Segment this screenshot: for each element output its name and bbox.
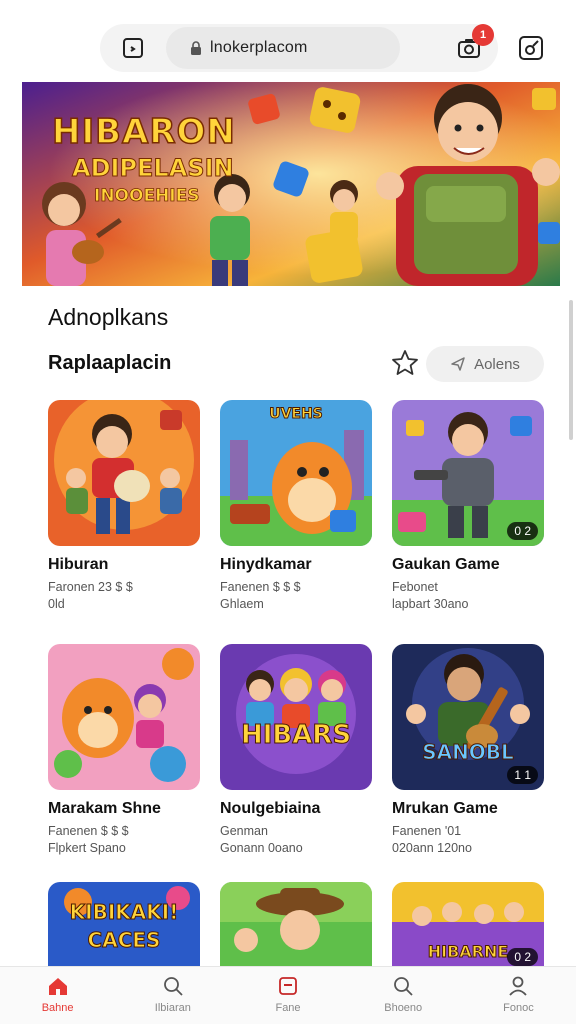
thumbnail-text: SANOBL	[422, 740, 515, 765]
game-card[interactable]: HIBARS Noulgebiaina Genman Gonann 0oano	[220, 644, 372, 855]
game-title: Noulgebiaina	[220, 800, 321, 817]
game-meta-secondary: 020ann 120no	[392, 841, 472, 855]
subsection-title: Raplaaplacin	[48, 352, 172, 374]
game-card[interactable]: UVEHS Hinydkamar Fanenen $ $ $ Ghlaem	[220, 400, 372, 611]
reviews-button[interactable]: Aolens	[426, 346, 544, 382]
game-thumbnail: HIBARNE 0 2	[392, 882, 544, 966]
tab-switcher-icon[interactable]	[118, 33, 148, 63]
send-icon	[451, 357, 465, 371]
game-thumbnail: 0 2	[392, 400, 544, 546]
thumbnail-badge: 0 2	[507, 948, 538, 966]
nav-item-search[interactable]: Ilbiaran	[115, 967, 230, 1024]
game-meta-secondary: Ghlaem	[220, 597, 264, 611]
nav-item-browse[interactable]: Bhoeno	[346, 967, 461, 1024]
share-icon[interactable]	[516, 33, 546, 63]
thumbnail-badge: 1 1	[507, 766, 538, 784]
search-icon	[163, 977, 183, 996]
hero-banner[interactable]: HIBARON ADIPELASIN INOOEHIES	[22, 82, 560, 286]
nav-item-profile[interactable]: Fonoc	[461, 967, 576, 1024]
game-thumbnail	[48, 400, 200, 546]
thumbnail-text: HIBARS	[240, 720, 352, 751]
thumbnail-badge: 0 2	[507, 522, 538, 540]
game-meta-secondary: Gonann 0oano	[220, 841, 303, 855]
game-card[interactable]: SANOBL 1 1 Mrukan Game Fanenen '01 020an…	[392, 644, 544, 855]
game-meta: Fanenen '01	[392, 824, 462, 838]
nav-label: Fonoc	[503, 1002, 534, 1014]
game-meta-secondary: Flpkert Spano	[48, 841, 126, 855]
nav-label: Bahne	[41, 1002, 74, 1014]
game-card[interactable]: KIBIKAKI! CACES	[48, 882, 200, 966]
game-title: Marakam Shne	[48, 800, 161, 817]
bottom-navigation: Bahne Ilbiaran Fane Bhoeno Fonoc	[0, 966, 576, 1024]
game-card[interactable]: Marakam Shne Fanenen $ $ $ Flpkert Spano	[48, 644, 200, 855]
thumbnail-text: KIBIKAKI! CACES	[69, 900, 179, 953]
user-icon	[509, 976, 528, 996]
section-title: Adnoplkans	[48, 304, 169, 330]
notification-badge: 1	[472, 24, 494, 46]
game-meta: Febonet	[392, 580, 438, 594]
game-meta-secondary: lapbart 30ano	[392, 597, 469, 611]
game-meta-secondary: 0ld	[48, 597, 65, 611]
game-thumbnail	[48, 644, 200, 790]
hero-tagline: INOOEHIES	[94, 186, 200, 207]
favorite-star-icon[interactable]	[390, 348, 420, 378]
game-thumbnail: HIBARS	[220, 644, 372, 790]
url-text: lnokerplacom	[210, 39, 308, 56]
page-content: HIBARON ADIPELASIN INOOEHIES Adnoplkans …	[22, 82, 560, 966]
hero-subtitle: ADIPELASIN	[72, 154, 235, 183]
game-thumbnail: SANOBL 1 1	[392, 644, 544, 790]
game-card[interactable]: 0 2 Gaukan Game Febonet lapbart 30ano	[392, 400, 544, 611]
game-title: Hiburan	[48, 556, 109, 573]
nav-item-home[interactable]: Bahne	[0, 967, 115, 1024]
game-thumbnail: KIBIKAKI! CACES	[48, 882, 200, 966]
game-title: Gaukan Game	[392, 556, 500, 573]
square-icon	[279, 977, 297, 995]
browser-top-bar: lnokerplacom 1	[0, 0, 576, 82]
nav-label: Fane	[275, 1002, 301, 1014]
home-icon	[48, 978, 67, 995]
game-title: Hinydkamar	[220, 556, 312, 573]
game-meta: Fanenen $ $ $	[220, 580, 301, 594]
game-card[interactable]	[220, 882, 372, 966]
game-card[interactable]: HIBARNE 0 2	[392, 882, 544, 966]
game-thumbnail	[220, 882, 372, 966]
game-title: Mrukan Game	[392, 800, 498, 817]
nav-label: Bhoeno	[384, 1002, 423, 1014]
search-icon	[394, 977, 413, 996]
url-field[interactable]: lnokerplacom	[166, 27, 400, 69]
reviews-label: Aolens	[474, 355, 520, 373]
nav-label: Ilbiaran	[154, 1002, 191, 1014]
game-meta: Fanenen $ $ $	[48, 824, 129, 838]
nav-item-games[interactable]: Fane	[230, 967, 345, 1024]
thumbnail-text: UVEHS	[269, 406, 324, 423]
game-thumbnail: UVEHS	[220, 400, 372, 546]
game-meta: Faronen 23 $ $	[48, 580, 133, 594]
lock-icon	[191, 41, 201, 55]
scrollbar[interactable]	[569, 300, 573, 440]
hero-title: HIBARON	[51, 111, 236, 153]
game-meta: Genman	[220, 824, 268, 838]
game-card[interactable]: Hiburan Faronen 23 $ $ 0ld	[48, 400, 200, 611]
